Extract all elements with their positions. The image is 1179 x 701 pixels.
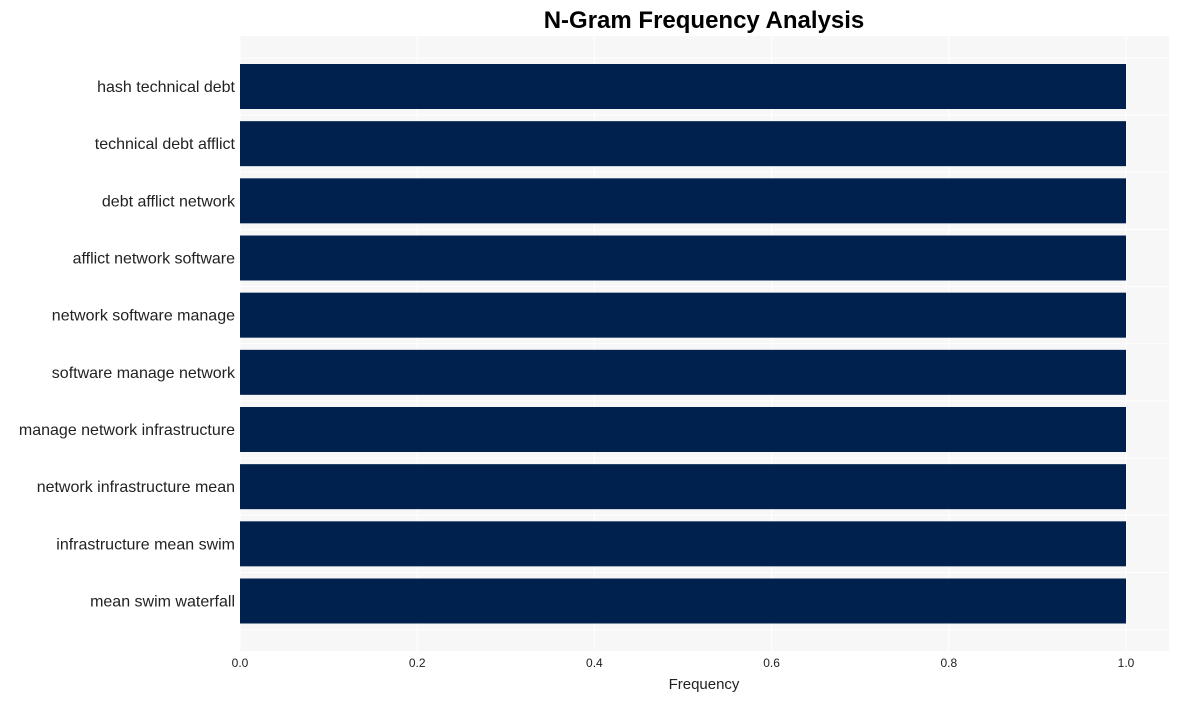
x-axis-ticks: 0.0 0.2 0.4 0.6 0.8 1.0 (232, 656, 1135, 670)
bar (240, 464, 1126, 510)
x-tick-label: 1.0 (1118, 656, 1135, 670)
bar (240, 64, 1126, 109)
chart: N-Gram Frequency Analysis hash technical… (19, 7, 1169, 693)
bar (240, 121, 1126, 167)
y-tick-label: technical debt afflict (95, 136, 236, 153)
y-tick-label: software manage network (52, 365, 236, 382)
bar (240, 292, 1126, 338)
bar (240, 407, 1126, 452)
y-tick-label: network infrastructure mean (37, 479, 235, 496)
x-tick-label: 0.0 (232, 656, 249, 670)
y-tick-label: network software manage (52, 308, 235, 325)
bar (240, 578, 1126, 624)
chart-title: N-Gram Frequency Analysis (544, 7, 865, 34)
y-axis-labels: hash technical debt technical debt afflic… (19, 79, 236, 611)
x-tick-label: 0.4 (586, 656, 603, 670)
bar (240, 178, 1126, 224)
bar (240, 521, 1126, 567)
y-tick-label: manage network infrastructure (19, 422, 235, 439)
bar (240, 349, 1126, 395)
y-tick-label: afflict network software (73, 251, 236, 268)
x-tick-label: 0.8 (940, 656, 957, 670)
y-tick-label: hash technical debt (97, 79, 235, 96)
bar (240, 235, 1126, 281)
x-tick-label: 0.2 (409, 656, 426, 670)
y-tick-label: mean swim waterfall (90, 594, 235, 611)
y-tick-label: debt afflict network (102, 193, 236, 210)
y-tick-label: infrastructure mean swim (56, 536, 235, 553)
x-axis-label: Frequency (669, 676, 740, 693)
x-tick-label: 0.6 (763, 656, 780, 670)
